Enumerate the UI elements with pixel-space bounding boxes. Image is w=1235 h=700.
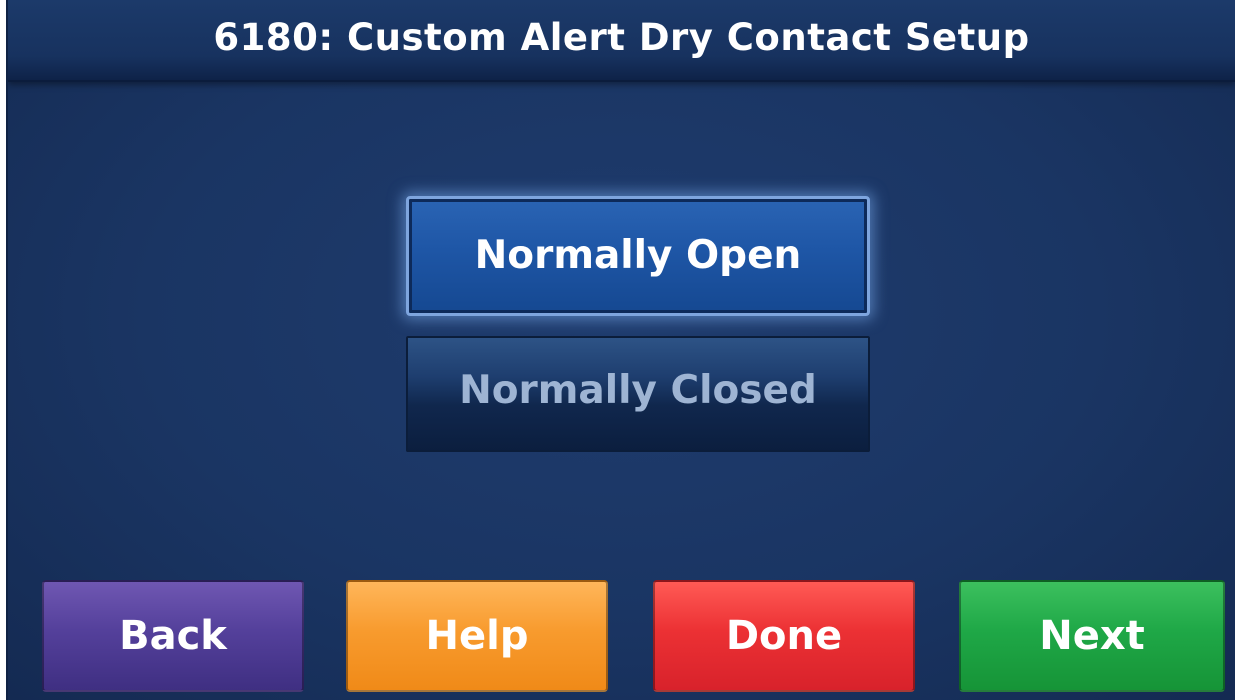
help-button[interactable]: Help <box>346 580 608 692</box>
page-title: 6180: Custom Alert Dry Contact Setup <box>213 16 1030 59</box>
done-button[interactable]: Done <box>653 580 915 692</box>
normally-open-option[interactable]: Normally Open <box>406 196 870 316</box>
header-bar: 6180: Custom Alert Dry Contact Setup <box>8 0 1235 82</box>
back-button[interactable]: Back <box>42 580 304 692</box>
next-button[interactable]: Next <box>959 580 1225 692</box>
thermostat-screen: 6180: Custom Alert Dry Contact Setup Nor… <box>6 0 1235 700</box>
normally-closed-option[interactable]: Normally Closed <box>406 336 870 452</box>
